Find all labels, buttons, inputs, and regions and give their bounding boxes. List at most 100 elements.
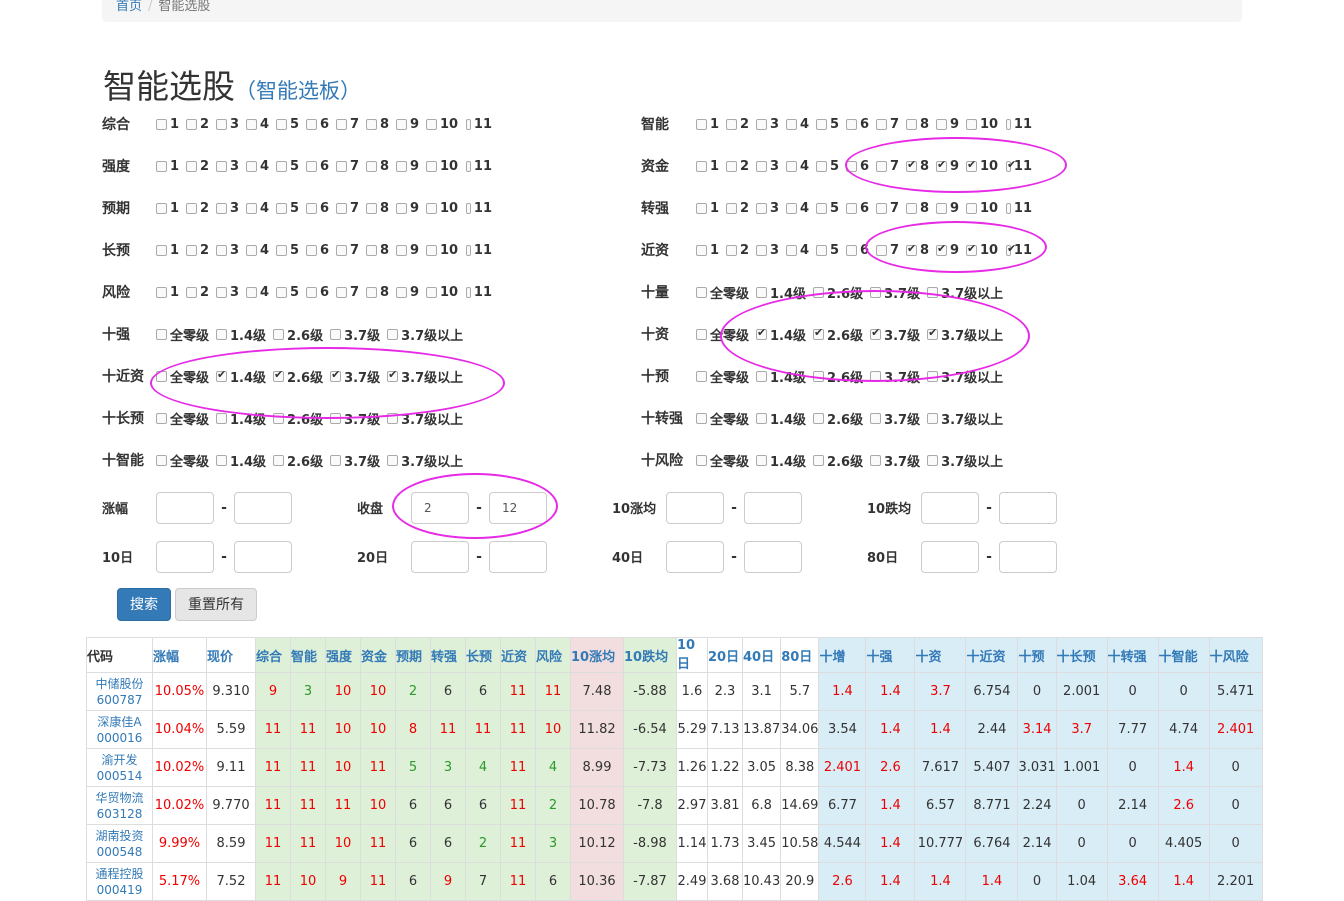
stock-name-cell[interactable]: 深康佳A 000016: [86, 710, 153, 749]
checkbox-icon[interactable]: [276, 202, 287, 214]
checkbox-icon[interactable]: [216, 412, 228, 424]
stock-name-cell[interactable]: 渝开发 000514: [86, 748, 153, 787]
filter-option-checkbox[interactable]: 全零级: [696, 325, 755, 344]
checkbox-icon[interactable]: [936, 242, 947, 256]
filter-option-checkbox[interactable]: 3: [756, 243, 785, 258]
checkbox-icon[interactable]: [756, 326, 768, 340]
checkbox-icon[interactable]: [696, 412, 707, 424]
filter-option-checkbox[interactable]: 全零级: [696, 451, 755, 470]
filter-option-checkbox[interactable]: 5: [816, 117, 845, 132]
column-header[interactable]: 20日: [707, 637, 743, 673]
checkbox-icon[interactable]: [876, 244, 887, 256]
checkbox-icon[interactable]: [786, 244, 797, 256]
filter-option-checkbox[interactable]: 3.7级以上: [927, 283, 1009, 302]
filter-option-checkbox[interactable]: 3.7级: [330, 325, 386, 344]
checkbox-icon[interactable]: [156, 454, 167, 466]
filter-option-checkbox[interactable]: 9: [396, 159, 425, 174]
filter-option-checkbox[interactable]: 3.7级以上: [927, 451, 1009, 470]
checkbox-icon[interactable]: [876, 202, 887, 214]
filter-option-checkbox[interactable]: 7: [876, 243, 905, 258]
filter-option-checkbox[interactable]: 3.7级: [870, 451, 926, 470]
checkbox-icon[interactable]: [246, 160, 257, 172]
filter-option-checkbox[interactable]: 2: [726, 117, 755, 132]
column-header[interactable]: 预期: [395, 637, 431, 673]
column-header[interactable]: 综合: [255, 637, 291, 673]
checkbox-icon[interactable]: [396, 202, 407, 214]
checkbox-icon[interactable]: [387, 368, 399, 382]
filter-option-checkbox[interactable]: 2.6级: [813, 409, 869, 428]
filter-option-checkbox[interactable]: 全零级: [156, 451, 215, 470]
stock-code[interactable]: 000548: [87, 844, 152, 860]
filter-option-checkbox[interactable]: 5: [276, 117, 305, 132]
filter-option-checkbox[interactable]: 6: [306, 117, 335, 132]
checkbox-icon[interactable]: [927, 454, 939, 466]
filter-option-checkbox[interactable]: 1: [156, 201, 185, 216]
checkbox-icon[interactable]: [756, 160, 767, 172]
checkbox-icon[interactable]: [466, 202, 471, 214]
column-header[interactable]: 80日: [780, 637, 820, 673]
checkbox-icon[interactable]: [726, 244, 737, 256]
column-header[interactable]: 十长预: [1055, 637, 1108, 673]
filter-option-checkbox[interactable]: 3.7级以上: [387, 367, 469, 386]
filter-option-checkbox[interactable]: 全零级: [156, 325, 215, 344]
filter-option-checkbox[interactable]: 9: [936, 201, 965, 216]
table-row[interactable]: 通程控股 000419 5.17% 7.52 11 10 9 11 6 9 7 11 6 10.36 -7.…: [86, 862, 1263, 901]
filter-option-checkbox[interactable]: 2: [726, 201, 755, 216]
checkbox-icon[interactable]: [936, 202, 947, 214]
checkbox-icon[interactable]: [156, 370, 167, 382]
column-header[interactable]: 现价: [206, 637, 256, 673]
checkbox-icon[interactable]: [306, 160, 317, 172]
checkbox-icon[interactable]: [936, 158, 947, 172]
filter-option-checkbox[interactable]: 3: [756, 117, 785, 132]
checkbox-icon[interactable]: [273, 368, 285, 382]
filter-option-checkbox[interactable]: 3.7级: [870, 325, 926, 344]
checkbox-icon[interactable]: [246, 286, 257, 298]
filter-option-checkbox[interactable]: 10: [426, 117, 465, 132]
breadcrumb-home-link[interactable]: 首页: [116, 0, 142, 14]
filter-option-checkbox[interactable]: 5: [276, 201, 305, 216]
column-header[interactable]: 十预: [1017, 637, 1057, 673]
filter-option-checkbox[interactable]: 10: [426, 285, 465, 300]
checkbox-icon[interactable]: [306, 244, 317, 256]
filter-option-checkbox[interactable]: 1.4级: [756, 325, 812, 344]
filter-option-checkbox[interactable]: 3.7级: [870, 367, 926, 386]
checkbox-icon[interactable]: [273, 454, 285, 466]
checkbox-icon[interactable]: [366, 202, 377, 214]
checkbox-icon[interactable]: [927, 326, 939, 340]
checkbox-icon[interactable]: [726, 202, 737, 214]
checkbox-icon[interactable]: [366, 286, 377, 298]
filter-option-checkbox[interactable]: 11: [1006, 158, 1035, 174]
checkbox-icon[interactable]: [696, 286, 707, 298]
filter-option-checkbox[interactable]: 8: [366, 201, 395, 216]
filter-option-checkbox[interactable]: 8: [906, 158, 935, 174]
checkbox-icon[interactable]: [756, 118, 767, 130]
table-row[interactable]: 华贸物流 603128 10.02% 9.770 11 11 11 10 6 6 6 11 2 10.78…: [86, 786, 1263, 825]
checkbox-icon[interactable]: [276, 118, 287, 130]
filter-option-checkbox[interactable]: 1.4级: [756, 367, 812, 386]
filter-option-checkbox[interactable]: 全零级: [156, 409, 215, 428]
filter-option-checkbox[interactable]: 10: [966, 117, 1005, 132]
filter-option-checkbox[interactable]: 2.6级: [813, 367, 869, 386]
filter-option-checkbox[interactable]: 1: [156, 117, 185, 132]
checkbox-icon[interactable]: [216, 160, 227, 172]
filter-option-checkbox[interactable]: 11: [466, 201, 495, 216]
filter-option-checkbox[interactable]: 2: [186, 159, 215, 174]
filter-option-checkbox[interactable]: 3.7级以上: [927, 325, 1009, 344]
checkbox-icon[interactable]: [927, 370, 939, 382]
checkbox-icon[interactable]: [156, 202, 167, 214]
checkbox-icon[interactable]: [696, 202, 707, 214]
checkbox-icon[interactable]: [756, 370, 768, 382]
filter-option-checkbox[interactable]: 3: [216, 201, 245, 216]
checkbox-icon[interactable]: [387, 412, 399, 424]
filter-option-checkbox[interactable]: 11: [466, 117, 495, 132]
filter-option-checkbox[interactable]: 10: [426, 159, 465, 174]
checkbox-icon[interactable]: [330, 328, 342, 340]
filter-option-checkbox[interactable]: 1: [696, 201, 725, 216]
filter-option-checkbox[interactable]: 4: [246, 117, 275, 132]
column-header[interactable]: 十风险: [1208, 637, 1263, 673]
filter-option-checkbox[interactable]: 8: [906, 117, 935, 132]
checkbox-icon[interactable]: [246, 118, 257, 130]
filter-option-checkbox[interactable]: 11: [1006, 242, 1035, 258]
filter-option-checkbox[interactable]: 11: [466, 159, 495, 174]
column-header[interactable]: 10跌均: [623, 637, 677, 673]
